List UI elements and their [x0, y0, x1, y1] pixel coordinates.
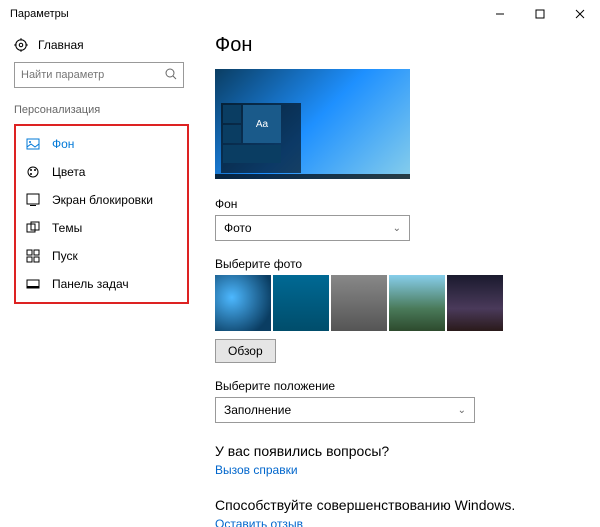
gear-icon	[14, 38, 28, 52]
preview-start-menu: Aa	[221, 103, 301, 173]
taskbar-icon	[26, 277, 40, 291]
feedback-link[interactable]: Оставить отзыв	[215, 517, 303, 527]
preview-taskbar	[215, 174, 410, 179]
maximize-button[interactable]	[520, 0, 560, 28]
photo-thumb-3[interactable]	[331, 275, 387, 331]
search-input-container[interactable]	[14, 62, 184, 88]
nav-highlight-box: Фон Цвета Экран блокировки Темы Пуск Пан…	[14, 124, 189, 304]
page-title: Фон	[215, 34, 580, 57]
window-controls	[480, 0, 600, 28]
photo-thumb-1[interactable]	[215, 275, 271, 331]
sidebar-item-colors[interactable]: Цвета	[16, 158, 187, 186]
photo-thumb-2[interactable]	[273, 275, 329, 331]
background-label: Фон	[215, 197, 580, 211]
preview-sample-text: Aa	[243, 105, 281, 143]
section-header: Персонализация	[14, 104, 195, 116]
sidebar-item-lockscreen[interactable]: Экран блокировки	[16, 186, 187, 214]
fit-label: Выберите положение	[215, 379, 580, 393]
choose-photo-label: Выберите фото	[215, 257, 580, 271]
start-icon	[26, 249, 40, 263]
sidebar-item-label: Экран блокировки	[52, 193, 153, 207]
photo-thumbnails	[215, 275, 580, 331]
browse-button[interactable]: Обзор	[215, 339, 276, 363]
fit-select[interactable]: Заполнение ⌄	[215, 397, 475, 423]
titlebar: Параметры	[0, 0, 600, 28]
photo-thumb-4[interactable]	[389, 275, 445, 331]
fit-value: Заполнение	[224, 403, 291, 417]
chevron-down-icon: ⌄	[458, 405, 466, 416]
main-content: Фон Aa Фон Фото ⌄ Выберите фото Обзор Вы…	[195, 28, 600, 527]
sidebar-item-label: Панель задач	[52, 277, 129, 291]
desktop-preview: Aa	[215, 69, 410, 179]
palette-icon	[26, 165, 40, 179]
sidebar-item-background[interactable]: Фон	[16, 130, 187, 158]
search-input[interactable]	[21, 69, 165, 81]
sidebar-item-label: Цвета	[52, 165, 85, 179]
help-section: У вас появились вопросы? Вызов справки	[215, 443, 580, 477]
feedback-section: Способствуйте совершенствованию Windows.…	[215, 497, 580, 527]
background-type-value: Фото	[224, 221, 252, 235]
themes-icon	[26, 221, 40, 235]
sidebar-item-start[interactable]: Пуск	[16, 242, 187, 270]
home-link[interactable]: Главная	[14, 38, 195, 52]
sidebar-item-taskbar[interactable]: Панель задач	[16, 270, 187, 298]
sidebar-item-label: Фон	[52, 137, 74, 151]
picture-icon	[26, 137, 40, 151]
chevron-down-icon: ⌄	[393, 223, 401, 234]
background-type-select[interactable]: Фото ⌄	[215, 215, 410, 241]
minimize-button[interactable]	[480, 0, 520, 28]
feedback-title: Способствуйте совершенствованию Windows.	[215, 497, 580, 513]
sidebar: Главная Персонализация Фон Цвета Экран б…	[0, 28, 195, 527]
sidebar-item-label: Темы	[52, 221, 82, 235]
close-button[interactable]	[560, 0, 600, 28]
help-link[interactable]: Вызов справки	[215, 463, 298, 477]
home-label: Главная	[38, 38, 84, 52]
questions-title: У вас появились вопросы?	[215, 443, 580, 459]
search-icon	[165, 68, 177, 83]
lockscreen-icon	[26, 193, 40, 207]
window-title: Параметры	[10, 8, 69, 20]
photo-thumb-5[interactable]	[447, 275, 503, 331]
sidebar-item-themes[interactable]: Темы	[16, 214, 187, 242]
sidebar-item-label: Пуск	[52, 249, 78, 263]
